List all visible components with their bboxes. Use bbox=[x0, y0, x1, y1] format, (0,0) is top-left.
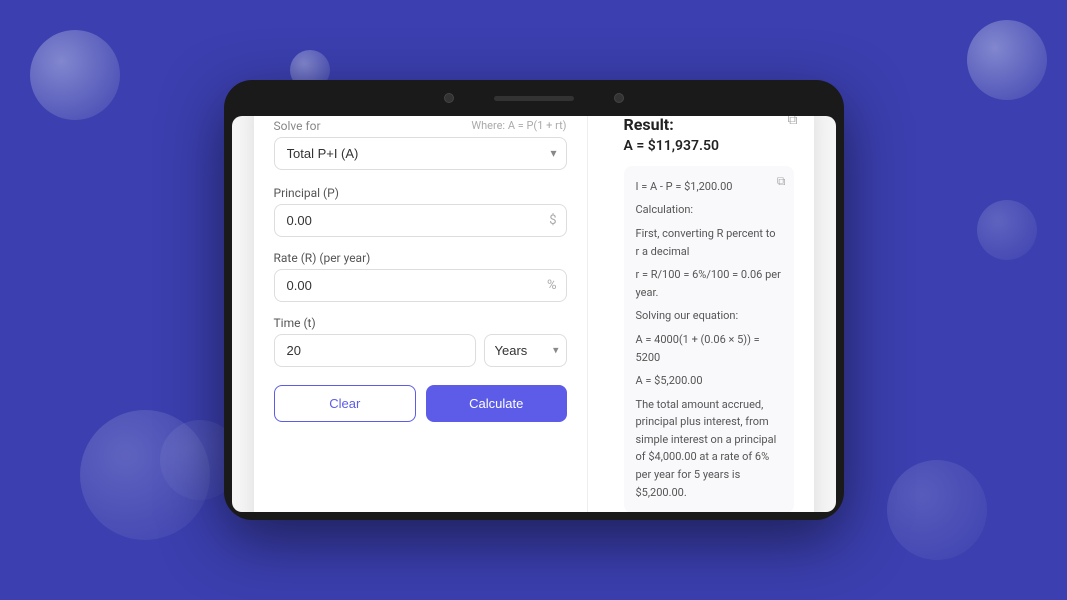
rate-input-wrapper: % bbox=[274, 269, 567, 302]
rate-input[interactable] bbox=[274, 269, 567, 302]
detail-line-2: Calculation: bbox=[636, 201, 782, 219]
copy-detail-button[interactable]: ⧉ bbox=[777, 174, 786, 189]
detail-line-8: A = $5,200.00 bbox=[636, 372, 782, 390]
rate-label: Rate (R) (per year) bbox=[274, 251, 567, 265]
tablet-frame: Solve for Where: A = P(1 + rt) Total P+I… bbox=[224, 80, 844, 520]
principal-input[interactable] bbox=[274, 204, 567, 237]
camera-dot bbox=[444, 93, 454, 103]
clear-button[interactable]: Clear bbox=[274, 385, 417, 422]
calculator-container: Solve for Where: A = P(1 + rt) Total P+I… bbox=[254, 116, 814, 512]
solve-for-label: Solve for bbox=[274, 119, 321, 133]
time-unit-dropdown[interactable]: Years Months Days bbox=[484, 334, 567, 367]
bg-bubble-7 bbox=[977, 200, 1037, 260]
solve-for-dropdown-wrapper[interactable]: Total P+I (A) Principal (P) Rate (R) Tim… bbox=[274, 137, 567, 170]
bg-bubble-6 bbox=[887, 460, 987, 560]
left-panel: Solve for Where: A = P(1 + rt) Total P+I… bbox=[254, 116, 588, 512]
calculate-button[interactable]: Calculate bbox=[426, 385, 567, 422]
detail-line-4: r = R/100 = 6%/100 = 0.06 per year. bbox=[636, 266, 782, 301]
time-input[interactable] bbox=[274, 334, 476, 367]
camera-dot-2 bbox=[614, 93, 624, 103]
tablet-screen: Solve for Where: A = P(1 + rt) Total P+I… bbox=[232, 116, 836, 512]
detail-line-6: Solving our equation: bbox=[636, 307, 782, 325]
time-label: Time (t) bbox=[274, 316, 567, 330]
tablet-top-bar bbox=[224, 80, 844, 116]
principal-label: Principal (P) bbox=[274, 186, 567, 200]
right-panel: ⧉ Result: A = $11,937.50 ⧉ I = A - P = $… bbox=[604, 116, 814, 512]
speaker-bar bbox=[494, 96, 574, 101]
bg-bubble-3 bbox=[967, 20, 1047, 100]
button-row: Clear Calculate bbox=[274, 385, 567, 422]
result-value: A = $11,937.50 bbox=[624, 138, 794, 154]
time-input-wrapper: Years Months Days ▾ bbox=[274, 334, 567, 367]
rate-field-group: Rate (R) (per year) % bbox=[274, 251, 567, 302]
principal-input-wrapper: $ bbox=[274, 204, 567, 237]
formula-hint: Where: A = P(1 + rt) bbox=[471, 119, 566, 132]
detail-line-1: I = A - P = $1,200.00 bbox=[636, 178, 782, 196]
result-detail-box: ⧉ I = A - P = $1,200.00 Calculation: Fir… bbox=[624, 166, 794, 512]
time-unit-dropdown-wrapper[interactable]: Years Months Days ▾ bbox=[484, 334, 567, 367]
detail-line-10: The total amount accrued, principal plus… bbox=[636, 396, 782, 502]
solve-for-row: Solve for Where: A = P(1 + rt) bbox=[274, 119, 567, 133]
copy-result-button[interactable]: ⧉ bbox=[788, 116, 798, 128]
detail-line-3: First, converting R percent to r a decim… bbox=[636, 225, 782, 260]
result-title: Result: bbox=[624, 116, 794, 134]
detail-line-7: A = 4000(1 + (0.06 × 5)) = 5200 bbox=[636, 331, 782, 366]
solve-for-dropdown[interactable]: Total P+I (A) Principal (P) Rate (R) Tim… bbox=[274, 137, 567, 170]
result-detail-text: I = A - P = $1,200.00 Calculation: First… bbox=[636, 178, 782, 502]
time-field-group: Time (t) Years Months Days ▾ bbox=[274, 316, 567, 367]
bg-bubble-1 bbox=[30, 30, 120, 120]
principal-field-group: Principal (P) $ bbox=[274, 186, 567, 237]
